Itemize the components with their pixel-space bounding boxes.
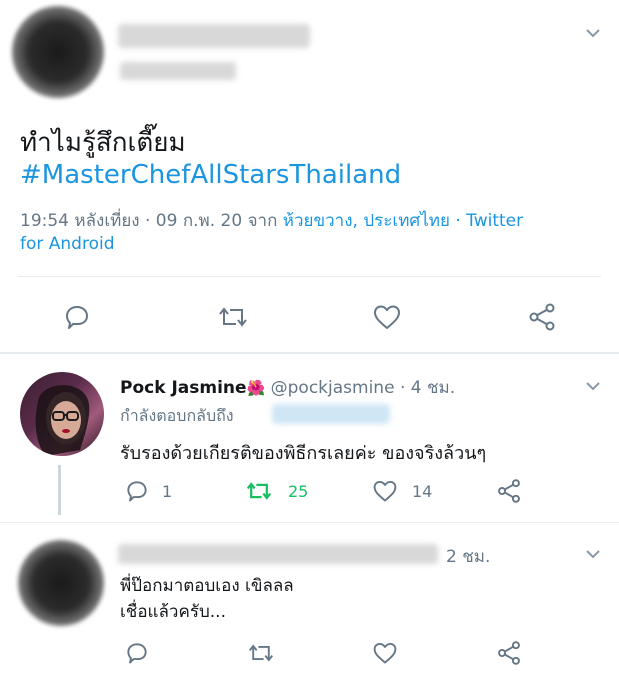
- retweet-icon[interactable]: [216, 302, 250, 332]
- avatar-portrait-graphic: [35, 385, 90, 456]
- retweet-icon[interactable]: [244, 478, 274, 504]
- divider: [0, 352, 619, 354]
- main-tweet-meta: 19:54 หลังเที่ยง · 09 ก.พ. 20 จาก ห้วยขว…: [20, 207, 523, 234]
- main-tweet-author-handle-redacted[interactable]: [120, 62, 236, 80]
- retweet-icon[interactable]: [246, 640, 276, 666]
- reply-text-line-1: พี่ป๊อกมาตอบเอง เขิลลล: [120, 576, 294, 596]
- chevron-down-icon[interactable]: [584, 24, 602, 42]
- main-tweet-source-continued[interactable]: for Android: [20, 234, 115, 254]
- like-icon[interactable]: [372, 478, 398, 504]
- share-icon[interactable]: [496, 478, 522, 504]
- reply-icon[interactable]: [62, 302, 92, 332]
- main-tweet-text: ทำไมรู้สึกเตี๊ยม: [20, 128, 186, 158]
- share-icon[interactable]: [496, 640, 522, 666]
- thread-line: [58, 465, 61, 515]
- retweet-count: 25: [288, 482, 309, 501]
- avatar[interactable]: [20, 372, 104, 456]
- reply-icon[interactable]: [124, 478, 150, 504]
- main-tweet-time: 19:54 หลังเที่ยง · 09 ก.พ. 20 จาก: [20, 211, 283, 231]
- main-tweet-author-name-redacted[interactable]: [118, 24, 310, 48]
- like-icon[interactable]: [372, 640, 398, 666]
- flower-emoji: 🌺: [246, 379, 266, 397]
- divider: [0, 522, 619, 523]
- chevron-down-icon[interactable]: [584, 545, 602, 563]
- main-tweet-source[interactable]: · Twitter: [450, 211, 523, 231]
- main-tweet-author-avatar[interactable]: [12, 6, 104, 98]
- chevron-down-icon[interactable]: [584, 377, 602, 395]
- reply-author-row: Pock Jasmine🌺 @pockjasmine · 4 ชม.: [120, 374, 455, 401]
- reply-author-handle[interactable]: @pockjasmine: [271, 378, 395, 398]
- reply-author-name-redacted[interactable]: [118, 544, 438, 564]
- share-icon[interactable]: [527, 302, 557, 332]
- reply-text: รับรองด้วยเกียรติของพิธีกรเลยค่ะ ของจริง…: [120, 443, 487, 464]
- like-count: 14: [412, 482, 433, 501]
- divider: [18, 276, 601, 277]
- reply-author-avatar[interactable]: [18, 540, 104, 626]
- replying-to-label: กำลังตอบกลับถึง: [120, 406, 234, 425]
- reply-text-line-2: เชื่อแล้วครับ...: [120, 602, 226, 622]
- main-tweet-location[interactable]: ห้วยขวาง, ประเทศไทย: [283, 211, 450, 231]
- reply-count: 1: [162, 482, 173, 501]
- reply-age[interactable]: · 4 ชม.: [400, 378, 455, 398]
- like-icon[interactable]: [372, 302, 402, 332]
- main-tweet-hashtag[interactable]: #MasterChefAllStarsThailand: [20, 160, 401, 190]
- replying-to-handle-redacted[interactable]: [272, 404, 390, 424]
- reply-icon[interactable]: [124, 640, 150, 666]
- reply-author-name[interactable]: Pock Jasmine: [120, 378, 247, 398]
- reply-age[interactable]: 2 ชม.: [446, 543, 490, 570]
